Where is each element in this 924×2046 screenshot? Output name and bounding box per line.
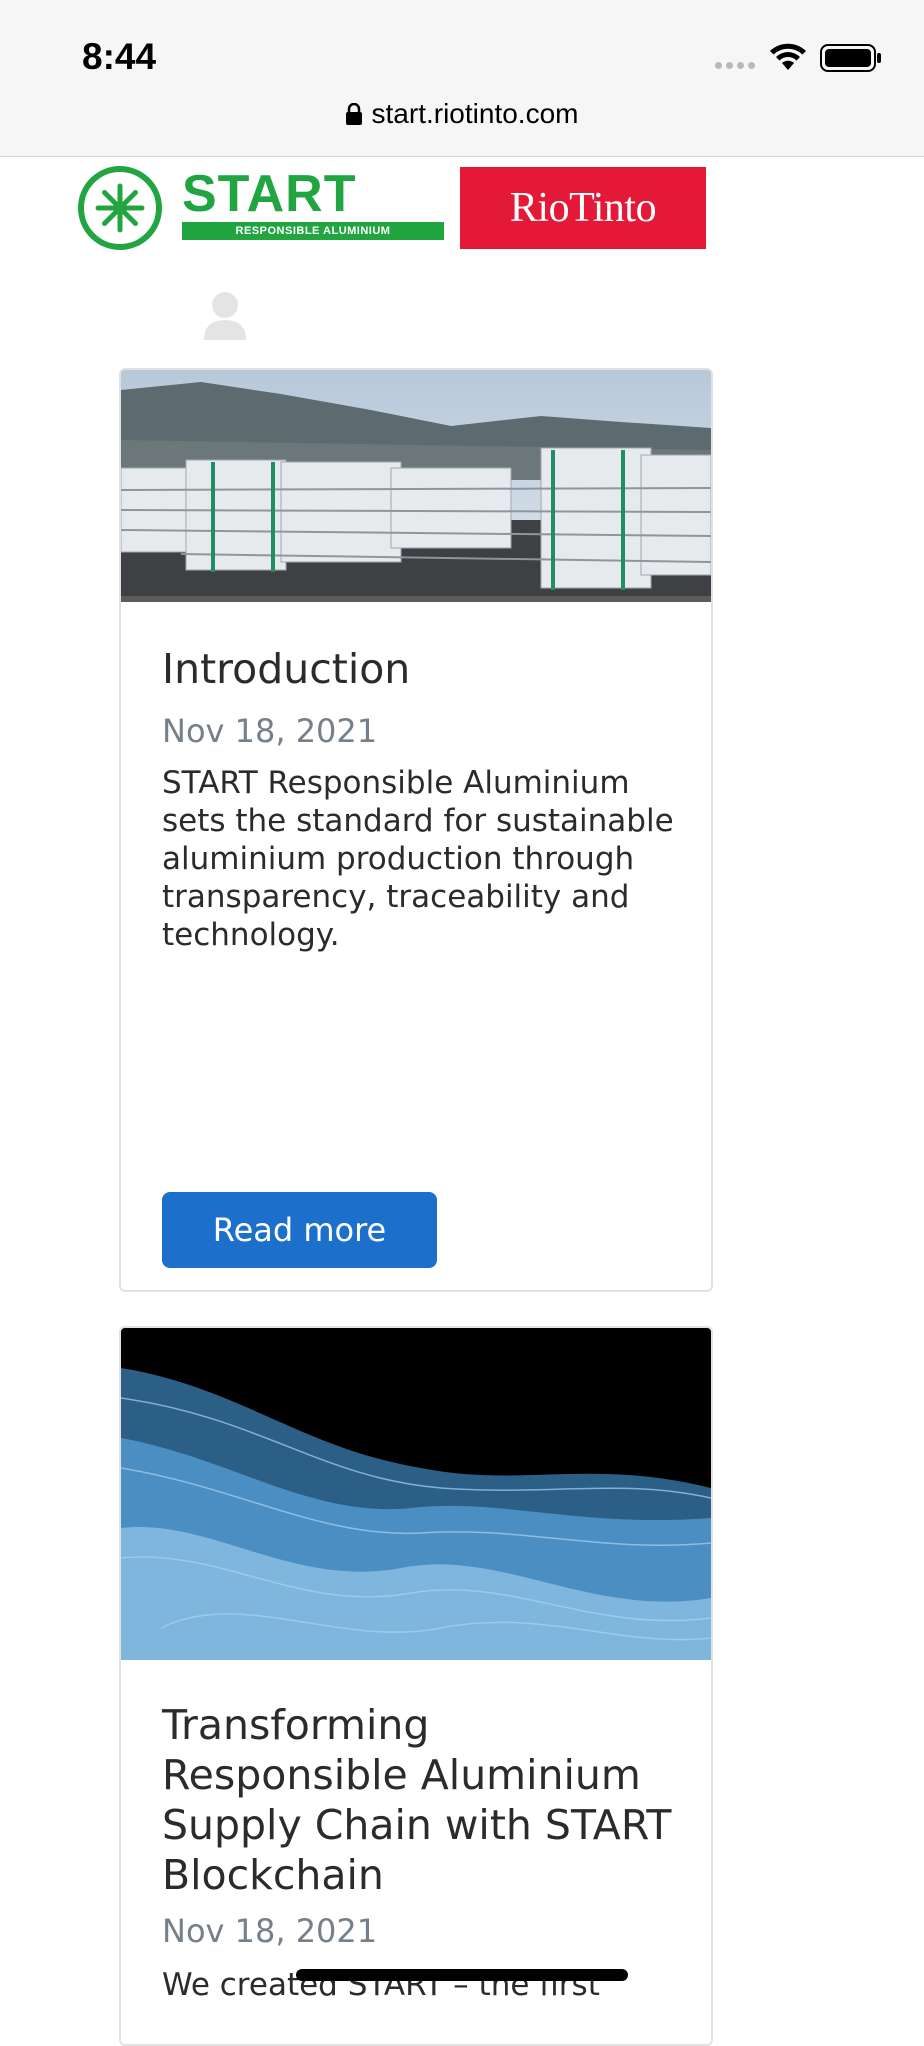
rio-tinto-logo[interactable]: RioTinto xyxy=(460,167,706,249)
aluminium-ingots-image xyxy=(121,370,711,602)
user-icon[interactable] xyxy=(202,290,248,340)
card-date: Nov 18, 2021 xyxy=(162,1912,378,1950)
start-logo-word: START xyxy=(182,165,357,223)
browser-chrome: 8:44 start.riotinto.com xyxy=(0,0,924,157)
wifi-icon xyxy=(770,43,806,70)
start-logo-subtitle: RESPONSIBLE ALUMINIUM xyxy=(182,222,444,240)
card-description: START Responsible Aluminium sets the sta… xyxy=(162,765,674,953)
address-bar[interactable]: start.riotinto.com xyxy=(0,98,924,130)
blue-data-waves-image xyxy=(121,1328,711,1660)
lock-icon xyxy=(345,103,362,125)
cellular-signal-icon xyxy=(715,62,755,69)
card-title[interactable]: Introduction xyxy=(162,644,682,694)
card-date: Nov 18, 2021 xyxy=(162,712,378,750)
card-title[interactable]: Transforming Responsible Aluminium Suppl… xyxy=(162,1700,682,1900)
url-text: start.riotinto.com xyxy=(371,98,579,129)
article-card-blockchain: Transforming Responsible Aluminium Suppl… xyxy=(119,1326,713,2046)
battery-icon xyxy=(820,44,881,72)
read-more-button[interactable]: Read more xyxy=(162,1192,437,1268)
start-logo[interactable]: START RESPONSIBLE ALUMINIUM xyxy=(74,164,444,250)
status-time: 8:44 xyxy=(82,36,157,77)
start-asterisk-icon xyxy=(78,166,162,250)
home-indicator[interactable] xyxy=(296,1969,628,1981)
article-card-introduction: Introduction Nov 18, 2021 START Responsi… xyxy=(119,368,713,1292)
